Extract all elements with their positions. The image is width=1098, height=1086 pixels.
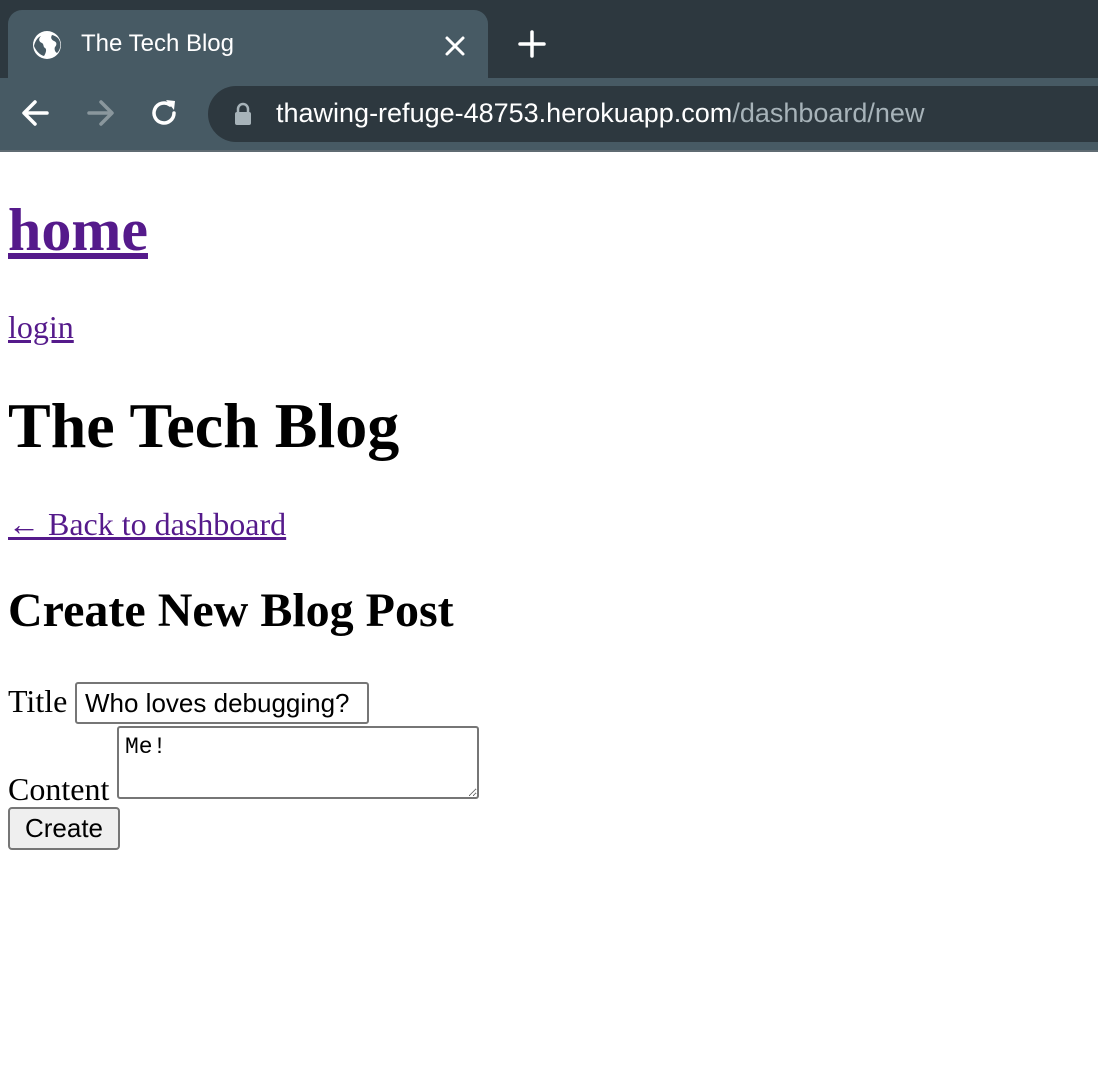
browser-tab[interactable]: The Tech Blog <box>8 10 488 78</box>
tab-title: The Tech Blog <box>81 30 234 57</box>
url-text[interactable]: thawing-refuge-48753.herokuapp.com/dashb… <box>276 98 924 129</box>
content-textarea[interactable]: Me! <box>117 726 479 799</box>
create-button[interactable]: Create <box>8 807 120 850</box>
page-content: home login The Tech Blog ← Back to dashb… <box>0 153 1098 1086</box>
tab-strip: The Tech Blog <box>0 0 1098 78</box>
browser-toolbar: thawing-refuge-48753.herokuapp.com/dashb… <box>0 78 1098 152</box>
form-heading: Create New Blog Post <box>8 584 454 637</box>
url-host: thawing-refuge-48753.herokuapp.com <box>276 98 733 128</box>
new-tab-icon[interactable] <box>516 28 548 60</box>
title-label: Title <box>8 683 68 719</box>
lock-icon[interactable] <box>232 102 254 126</box>
site-title: The Tech Blog <box>8 390 400 461</box>
address-bar[interactable]: thawing-refuge-48753.herokuapp.com/dashb… <box>208 86 1098 142</box>
back-to-dashboard-link[interactable]: ← Back to dashboard <box>8 506 286 542</box>
reload-icon[interactable] <box>146 95 182 131</box>
home-link[interactable]: home <box>8 197 148 263</box>
home-heading: home <box>8 197 148 263</box>
globe-icon <box>33 31 61 59</box>
back-arrow-icon[interactable] <box>18 95 54 131</box>
close-icon[interactable] <box>442 33 468 59</box>
content-label: Content <box>8 771 110 807</box>
title-input[interactable] <box>75 682 369 724</box>
forward-arrow-icon[interactable] <box>82 95 118 131</box>
login-link[interactable]: login <box>8 309 74 345</box>
url-path: /dashboard/new <box>732 98 925 128</box>
